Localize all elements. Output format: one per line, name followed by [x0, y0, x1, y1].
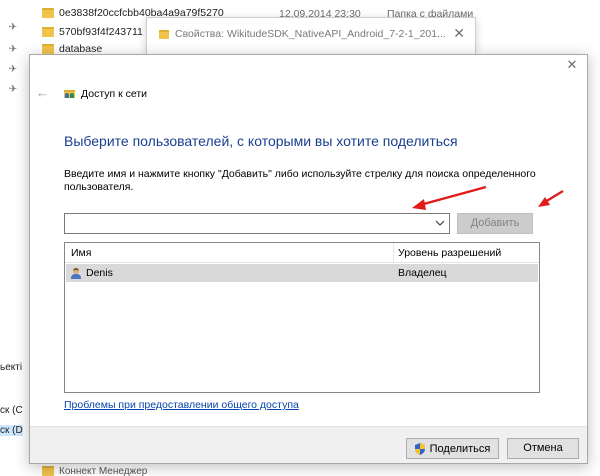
file-row[interactable]: Коннект Менеджер — [42, 466, 147, 476]
network-access-dialog: ✕ ← Доступ к сети Выберите пользователей… — [29, 54, 588, 464]
instruction-text: Введите имя и нажмите кнопку "Добавить" … — [64, 168, 536, 193]
nav-item-drive-c[interactable]: ск (C — [0, 405, 23, 416]
file-name: 570bf93f4f243711 — [59, 26, 143, 38]
pin-icon[interactable]: ✈ — [7, 84, 19, 96]
user-cell: Denis — [71, 267, 113, 279]
dialog-footer: Поделиться Отмена — [30, 426, 587, 463]
folder-icon — [42, 466, 54, 476]
page-heading: Выберите пользователей, с которыми вы хо… — [64, 133, 458, 149]
network-share-icon — [64, 89, 75, 99]
nav-item-drive-d[interactable]: ск (D — [0, 425, 23, 436]
properties-title: Свойства: WikitudeSDK_NativeAPI_Android_… — [159, 28, 446, 40]
dialog-title: Доступ к сети — [64, 88, 147, 100]
pin-icon[interactable]: ✈ — [7, 44, 19, 56]
folder-icon — [42, 44, 54, 54]
dialog-title-text: Доступ к сети — [81, 88, 148, 100]
user-name: Denis — [86, 267, 113, 279]
properties-window: Свойства: WikitudeSDK_NativeAPI_Android_… — [146, 17, 476, 55]
users-table: Имя Уровень разрешений Denis Владелец — [64, 242, 540, 393]
column-header-permission[interactable]: Уровень разрешений — [398, 247, 501, 259]
uac-shield-icon — [414, 442, 425, 455]
close-icon[interactable]: ✕ — [453, 25, 465, 42]
column-header-name[interactable]: Имя — [71, 247, 91, 259]
share-button[interactable]: Поделиться — [406, 438, 499, 459]
pin-icon[interactable]: ✈ — [7, 64, 19, 76]
file-row[interactable]: 570bf93f4f243711 — [42, 25, 143, 39]
close-icon[interactable]: ✕ — [565, 58, 579, 72]
table-row[interactable]: Denis Владелец — [66, 264, 538, 282]
folder-icon — [42, 8, 54, 18]
file-name: Коннект Менеджер — [59, 465, 148, 476]
share-button-label: Поделиться — [429, 442, 491, 455]
table-header: Имя Уровень разрешений — [65, 243, 539, 263]
user-icon — [71, 267, 81, 279]
folder-icon — [42, 27, 54, 37]
permission-cell[interactable]: Владелец — [398, 267, 447, 279]
back-arrow-icon[interactable]: ← — [36, 86, 50, 100]
pin-icon[interactable]: ✈ — [7, 22, 19, 34]
add-user-button[interactable]: Добавить — [457, 213, 533, 234]
folder-icon — [159, 29, 169, 39]
sharing-problems-link[interactable]: Проблемы при предоставлении общего досту… — [64, 399, 299, 411]
user-combobox[interactable] — [64, 213, 450, 234]
chevron-down-icon[interactable] — [435, 218, 445, 228]
cancel-button[interactable]: Отмена — [507, 438, 579, 459]
user-name-input[interactable] — [65, 214, 431, 233]
properties-title-text: Свойства: WikitudeSDK_NativeAPI_Android_… — [175, 28, 446, 40]
nav-item[interactable]: ьекті — [0, 362, 22, 373]
